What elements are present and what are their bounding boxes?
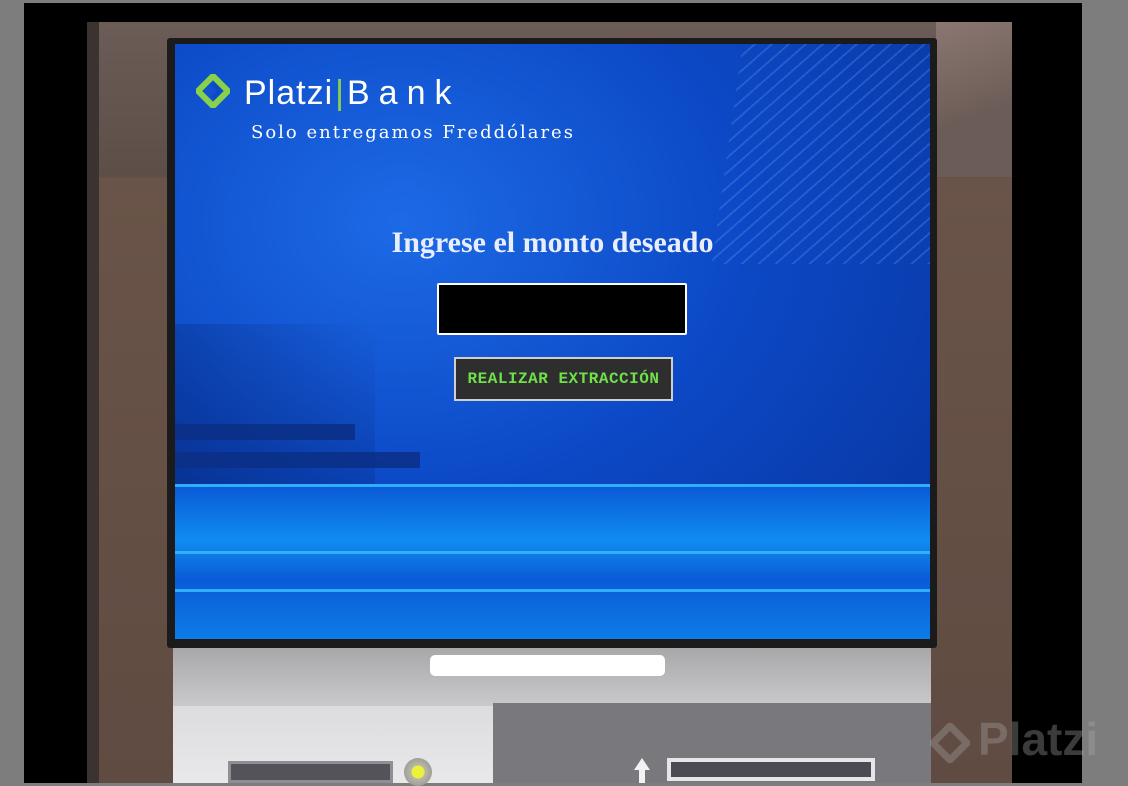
cash-dispenser-slot <box>667 758 875 781</box>
platzi-diamond-icon <box>196 74 230 108</box>
card-slot <box>228 761 393 783</box>
arrow-up-icon <box>634 758 650 770</box>
platzi-diamond-icon <box>930 722 970 763</box>
bank-name-separator: | <box>335 74 345 112</box>
watermark-text: Platzi <box>978 713 1099 765</box>
screen-decoration-stripe <box>175 484 930 487</box>
bank-name-right: Bank <box>346 74 461 112</box>
amount-input[interactable] <box>437 283 687 335</box>
platzi-watermark: Platzi <box>930 712 1098 766</box>
bank-name-left: Platzi <box>244 74 334 112</box>
indicator-light-icon <box>404 758 432 786</box>
receipt-slot <box>430 655 665 676</box>
bank-tagline: Solo entregamos Freddólares <box>251 122 575 143</box>
bank-name: Platzi|Bank <box>244 74 460 113</box>
arrow-up-icon-stem <box>639 770 645 783</box>
screen-decoration-stripe <box>175 424 355 440</box>
screen-decoration-stripe <box>175 452 420 468</box>
screen-decoration-band <box>175 484 930 639</box>
amount-prompt: Ingrese el monto deseado <box>391 226 714 259</box>
screen-decoration-stripe <box>175 551 930 554</box>
withdraw-button[interactable]: REALIZAR EXTRACCIÓN <box>454 357 673 401</box>
screen-decoration-stripe <box>175 589 930 592</box>
